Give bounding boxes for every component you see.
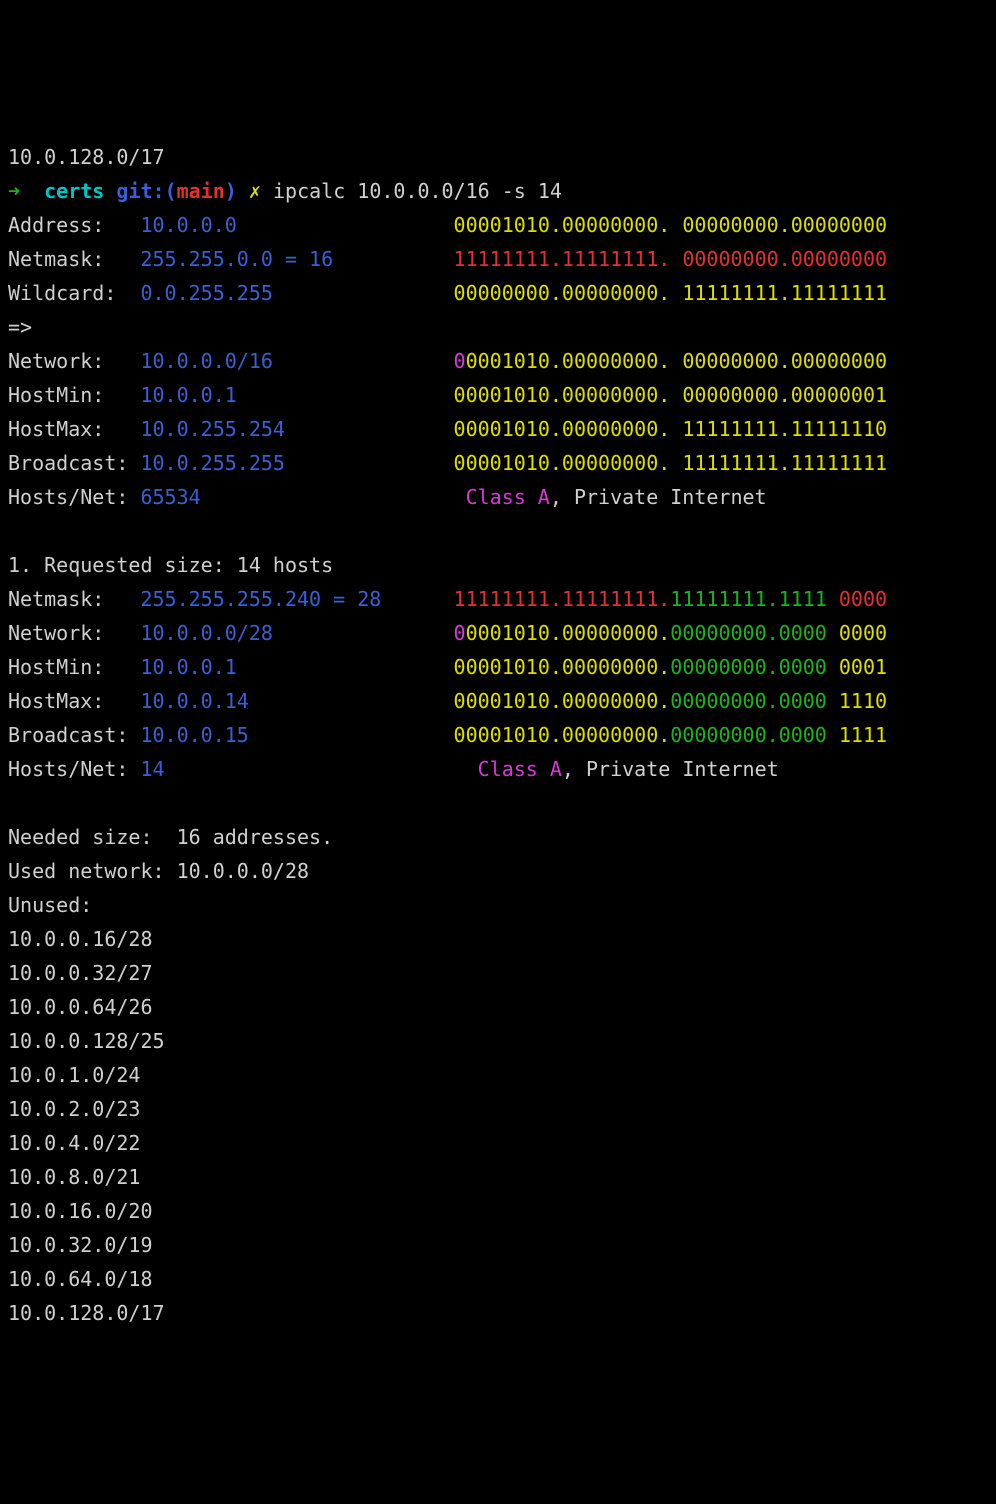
unused-network: 10.0.4.0/22 bbox=[8, 1126, 988, 1160]
unused-label: Unused: bbox=[8, 888, 988, 922]
unused-network: 10.0.0.32/27 bbox=[8, 956, 988, 990]
unused-network: 10.0.32.0/19 bbox=[8, 1228, 988, 1262]
unused-network: 10.0.16.0/20 bbox=[8, 1194, 988, 1228]
output-row: Wildcard: 0.0.255.255 00000000.00000000.… bbox=[8, 276, 988, 310]
unused-network: 10.0.64.0/18 bbox=[8, 1262, 988, 1296]
prompt-line[interactable]: ➜ certs git:(main) ✗ ipcalc 10.0.0.0/16 … bbox=[8, 174, 988, 208]
unused-network: 10.0.128.0/17 bbox=[8, 1296, 988, 1330]
output-row: HostMax: 10.0.0.14 00001010.00000000.000… bbox=[8, 684, 988, 718]
output-row: Address: 10.0.0.0 00001010.00000000. 000… bbox=[8, 208, 988, 242]
unused-network: 10.0.0.16/28 bbox=[8, 922, 988, 956]
unused-network: 10.0.8.0/21 bbox=[8, 1160, 988, 1194]
output-row: Netmask: 255.255.255.240 = 28 11111111.1… bbox=[8, 582, 988, 616]
unused-network: 10.0.2.0/23 bbox=[8, 1092, 988, 1126]
unused-network: 10.0.0.64/26 bbox=[8, 990, 988, 1024]
terminal-output: 10.0.128.0/17➜ certs git:(main) ✗ ipcalc… bbox=[8, 140, 988, 1330]
output-row: Network: 10.0.0.0/16 00001010.00000000. … bbox=[8, 344, 988, 378]
output-row: HostMax: 10.0.255.254 00001010.00000000.… bbox=[8, 412, 988, 446]
used-network: Used network: 10.0.0.0/28 bbox=[8, 854, 988, 888]
output-row: Broadcast: 10.0.0.15 00001010.00000000.0… bbox=[8, 718, 988, 752]
hosts-row: Hosts/Net: 65534 Class A, Private Intern… bbox=[8, 480, 988, 514]
subnet-header: 1. Requested size: 14 hosts bbox=[8, 548, 988, 582]
needed-size: Needed size: 16 addresses. bbox=[8, 820, 988, 854]
output-row: Network: 10.0.0.0/28 00001010.00000000.0… bbox=[8, 616, 988, 650]
output-row: HostMin: 10.0.0.1 00001010.00000000.0000… bbox=[8, 650, 988, 684]
output-row: Netmask: 255.255.0.0 = 16 11111111.11111… bbox=[8, 242, 988, 276]
unused-network: 10.0.1.0/24 bbox=[8, 1058, 988, 1092]
output-row: HostMin: 10.0.0.1 00001010.00000000. 000… bbox=[8, 378, 988, 412]
output-row: Broadcast: 10.0.255.255 00001010.0000000… bbox=[8, 446, 988, 480]
separator: => bbox=[8, 310, 988, 344]
hosts-row: Hosts/Net: 14 Class A, Private Internet bbox=[8, 752, 988, 786]
unused-network: 10.0.0.128/25 bbox=[8, 1024, 988, 1058]
blank bbox=[8, 786, 988, 820]
blank bbox=[8, 514, 988, 548]
prev-output-line: 10.0.128.0/17 bbox=[8, 140, 988, 174]
